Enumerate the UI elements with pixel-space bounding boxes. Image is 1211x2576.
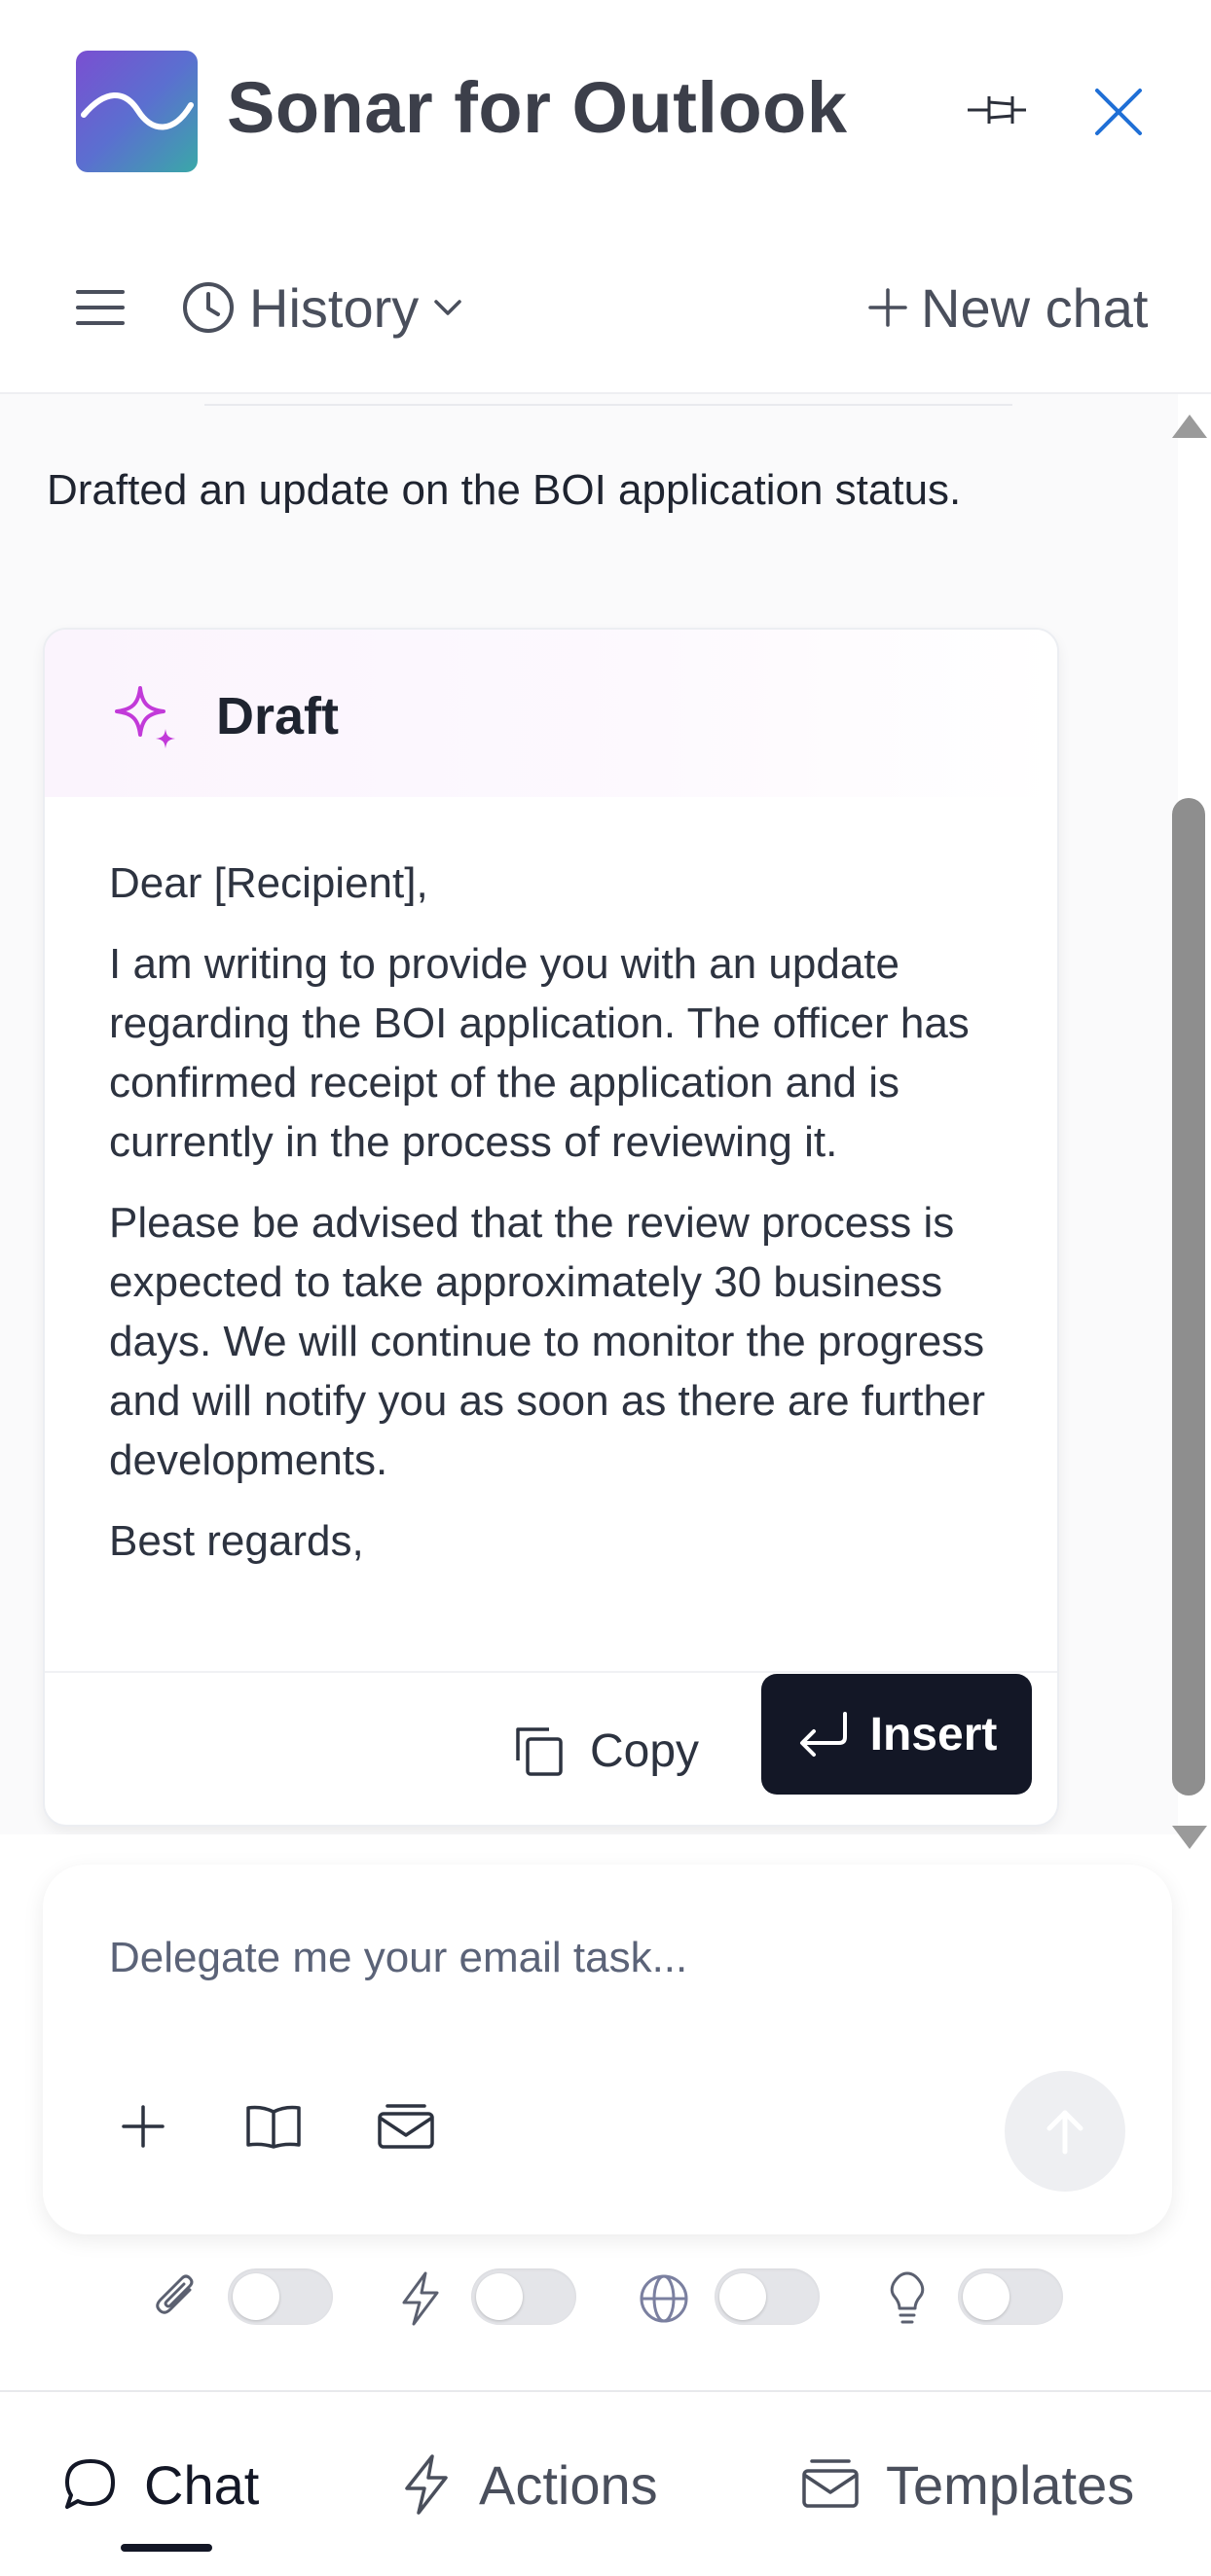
history-label: History bbox=[249, 276, 420, 339]
hamburger-icon bbox=[76, 290, 125, 325]
paperclip-icon bbox=[150, 2271, 204, 2326]
lightning-icon bbox=[405, 2454, 448, 2515]
menu-button[interactable] bbox=[70, 277, 130, 338]
scroll-down-arrow-icon[interactable] bbox=[1170, 1822, 1209, 1853]
copy-button[interactable]: Copy bbox=[510, 1690, 699, 1811]
draft-greeting: Dear [Recipient], bbox=[109, 859, 428, 907]
web-search-toggle[interactable] bbox=[715, 2268, 820, 2325]
scroll-up-arrow-icon[interactable] bbox=[1170, 411, 1209, 442]
plus-icon bbox=[122, 2105, 165, 2148]
history-dropdown[interactable]: History bbox=[181, 272, 463, 343]
reasoning-toggle[interactable] bbox=[958, 2268, 1063, 2325]
mail-stack-icon bbox=[378, 2104, 434, 2149]
draft-card: Draft Dear [Recipient], I am writing to … bbox=[43, 628, 1059, 1827]
arrow-up-icon bbox=[1046, 2110, 1083, 2155]
app-logo bbox=[76, 51, 198, 172]
pin-button[interactable] bbox=[964, 80, 1032, 140]
knowledge-button[interactable] bbox=[241, 2094, 306, 2159]
draft-signoff: Best regards, bbox=[109, 1517, 364, 1565]
draft-header bbox=[45, 630, 1057, 797]
globe-icon bbox=[637, 2271, 691, 2326]
nav-actions[interactable]: Actions bbox=[399, 2443, 658, 2526]
nav-actions-label: Actions bbox=[479, 2453, 658, 2516]
insert-button[interactable]: Insert bbox=[761, 1674, 1032, 1795]
email-context-button[interactable] bbox=[374, 2094, 438, 2159]
active-tab-indicator bbox=[121, 2544, 212, 2552]
task-input[interactable] bbox=[107, 1923, 987, 1993]
bottom-nav-divider bbox=[0, 2390, 1211, 2392]
card-footer-divider bbox=[45, 1671, 1057, 1673]
assistant-message: Drafted an update on the BOI application… bbox=[47, 466, 962, 514]
wave-logo-icon bbox=[81, 92, 194, 130]
chat-bubble-icon bbox=[65, 2459, 115, 2509]
close-icon bbox=[1095, 89, 1142, 135]
send-button[interactable] bbox=[1005, 2071, 1125, 2192]
lightning-icon bbox=[393, 2271, 448, 2326]
sparkle-icon bbox=[115, 686, 175, 748]
actions-toggle[interactable] bbox=[471, 2268, 576, 2325]
scrollbar-thumb[interactable] bbox=[1172, 798, 1205, 1796]
nav-chat[interactable]: Chat bbox=[62, 2443, 259, 2526]
app-title: Sonar for Outlook bbox=[227, 67, 848, 148]
new-chat-label: New chat bbox=[921, 276, 1149, 339]
draft-paragraph: Please be advised that the review proces… bbox=[109, 1199, 986, 1484]
attachments-toggle[interactable] bbox=[228, 2268, 333, 2325]
book-icon bbox=[246, 2105, 301, 2149]
nav-templates-label: Templates bbox=[886, 2453, 1135, 2516]
copy-icon bbox=[516, 1727, 563, 1776]
composer bbox=[43, 1865, 1172, 2234]
clock-icon bbox=[183, 282, 234, 333]
add-attachment-button[interactable] bbox=[111, 2094, 175, 2159]
templates-icon bbox=[802, 2459, 859, 2508]
draft-paragraph: I am writing to provide you with an upda… bbox=[109, 940, 970, 1166]
chat-area[interactable]: Drafted an update on the BOI application… bbox=[0, 394, 1178, 1834]
draft-body[interactable]: Dear [Recipient], I am writing to provid… bbox=[109, 853, 1005, 1592]
previous-message-edge bbox=[204, 404, 1012, 406]
draft-title: Draft bbox=[216, 687, 340, 745]
enter-arrow-icon bbox=[799, 1712, 847, 1757]
nav-chat-label: Chat bbox=[144, 2453, 260, 2516]
lightbulb-icon bbox=[880, 2271, 935, 2326]
chevron-down-icon bbox=[434, 300, 461, 315]
pin-icon bbox=[968, 96, 1026, 124]
copy-label: Copy bbox=[590, 1724, 700, 1777]
plus-icon bbox=[868, 288, 907, 327]
nav-templates[interactable]: Templates bbox=[800, 2443, 1134, 2526]
new-chat-button[interactable]: New chat bbox=[866, 272, 1148, 343]
close-button[interactable] bbox=[1083, 80, 1155, 144]
insert-label: Insert bbox=[869, 1708, 998, 1760]
